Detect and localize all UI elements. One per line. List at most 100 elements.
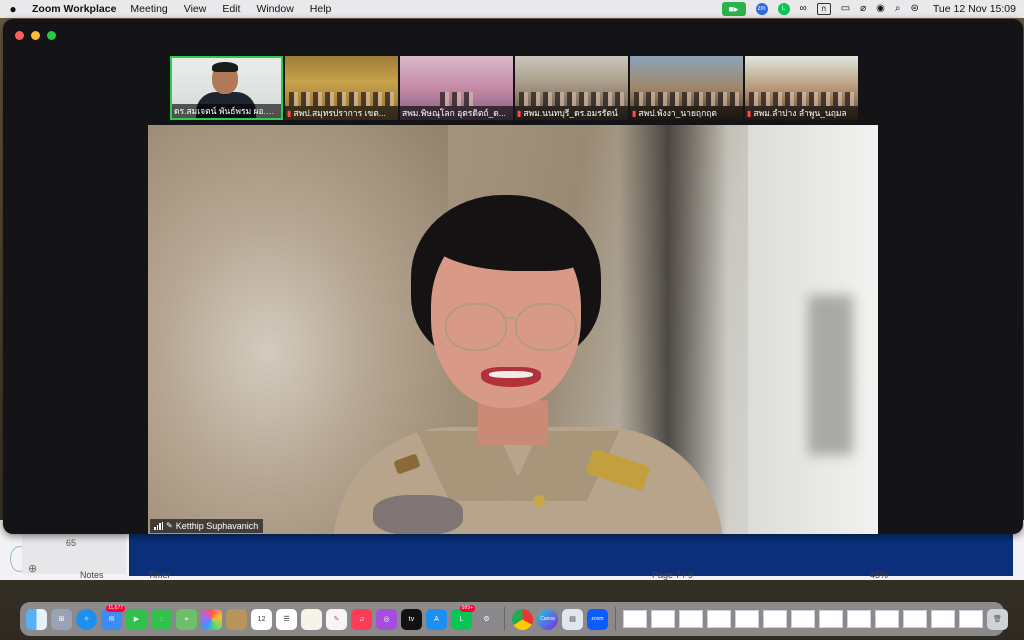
document-thumbnail[interactable] (623, 610, 647, 628)
input-source-icon[interactable]: ก (816, 3, 831, 15)
participant-name: ดร.สมเจตน์ พันธ์พรม ผอ.ศู... (172, 104, 281, 118)
window-controls (15, 31, 56, 40)
creative-cloud-icon[interactable]: ∞ (800, 2, 807, 16)
control-center-icon[interactable]: ⊜ (911, 2, 919, 16)
line-unread-badge: 999+ (459, 604, 475, 612)
mail-unread-badge: 11,677 (106, 604, 125, 612)
trash-icon[interactable]: 🗑 (987, 608, 1008, 630)
dock-separator (615, 607, 616, 631)
menu-view[interactable]: View (184, 3, 207, 15)
participant-gallery-strip: ดร.สมเจตน์ พันธ์พรม ผอ.ศู... ▮ สพป.สมุทรป… (170, 56, 858, 120)
speaker-person-image (333, 195, 723, 534)
page-indicator: Page 7 / 9 (652, 570, 694, 580)
user-icon[interactable]: ◉ (876, 2, 885, 16)
zoom-level[interactable]: 45% (870, 570, 888, 580)
document-thumbnail[interactable] (931, 610, 955, 628)
drawing-app-icon[interactable]: ✎ (326, 608, 347, 630)
finder-icon[interactable] (26, 608, 47, 630)
launchpad-icon[interactable]: ⊞ (51, 608, 72, 630)
participant-name: สพม.นนทบุรี_ดร.อมรรัตน์ (523, 108, 618, 118)
apple-tv-icon[interactable]: tv (401, 608, 422, 630)
participant-name-row: ▮ สพม.ลำปาง ลำพูน_นฤมล (745, 106, 858, 120)
participant-name: สพม.ลำปาง ลำพูน_นฤมล (753, 108, 847, 118)
app-menu-zoom[interactable]: Zoom Workplace (32, 3, 116, 15)
mic-muted-icon: ▮ (517, 109, 522, 118)
wifi-off-icon[interactable]: ⌀ (860, 2, 866, 16)
participant-tile[interactable]: สพม.พิษณุโลก อุตรดิตถ์_ด... (400, 56, 513, 120)
document-thumbnail[interactable] (847, 610, 871, 628)
participant-name-row: ▮ สพป.สมุทรปราการ เขต... (285, 106, 398, 120)
document-thumbnail[interactable] (707, 610, 731, 628)
zoom-camera-icon[interactable]: ■▸ (721, 2, 746, 16)
document-thumbnail[interactable] (679, 610, 703, 628)
chrome-icon[interactable] (512, 608, 533, 630)
app-store-icon[interactable]: A (426, 608, 447, 630)
photos-icon[interactable] (201, 608, 222, 630)
timer-button[interactable]: Timer (148, 570, 171, 580)
mic-muted-icon: ▮ (632, 109, 637, 118)
battery-icon[interactable]: ▭ (841, 2, 850, 16)
menu-window[interactable]: Window (256, 3, 293, 15)
presenter-bottom-bar: Notes Timer Page 7 / 9 45% (0, 570, 1024, 580)
participant-tile[interactable]: ▮ สพป.พังงา_นายฤกฤต (630, 56, 743, 120)
document-thumbnail[interactable] (959, 610, 983, 628)
zoom-meeting-window: ดร.สมเจตน์ พันธ์พรม ผอ.ศู... ▮ สพป.สมุทรป… (3, 19, 1023, 534)
calendar-icon[interactable]: 12 (251, 608, 272, 630)
line-icon[interactable]: L 999+ (451, 604, 475, 630)
mic-muted-icon: ▮ (747, 109, 752, 118)
participant-name: สพป.พังงา_นายฤกฤต (638, 108, 717, 118)
speaker-name: Ketthip Suphavanich (175, 521, 259, 531)
maps-icon[interactable]: ⌖ (176, 608, 197, 630)
messages-icon[interactable]: ◌ (151, 608, 172, 630)
zoom-app-icon[interactable]: zm (755, 3, 768, 15)
menu-help[interactable]: Help (310, 3, 332, 15)
participant-tile[interactable]: ▮ สพม.ลำปาง ลำพูน_นฤมล (745, 56, 858, 120)
facetime-icon[interactable]: ▶ (126, 608, 147, 630)
participant-name: สพม.พิษณุโลก อุตรดิตถ์_ด... (400, 106, 513, 120)
notes-icon[interactable] (226, 608, 247, 630)
freeform-icon[interactable] (301, 608, 322, 630)
mic-muted-icon: ▮ (287, 109, 292, 118)
apple-menu-icon[interactable]: ● (8, 2, 18, 16)
document-thumbnail[interactable] (763, 610, 787, 628)
notes-button[interactable]: Notes (80, 570, 104, 580)
dock: ⊞ ✧ ✉ 11,677 ▶ ◌ ⌖ 12 ☰ ✎ ♫ ◎ tv A L 999+ … (20, 602, 1008, 636)
search-icon[interactable]: ⌕ (895, 2, 901, 16)
participant-name: สพป.สมุทรปราการ เขต... (293, 108, 386, 118)
slide-navigator[interactable] (22, 530, 126, 574)
canva-icon[interactable]: Canva (537, 608, 558, 630)
fullscreen-window-button[interactable] (47, 31, 56, 40)
status-area: ■▸ zm L ∞ ก ▭ ⌀ ◉ ⌕ ⊜ Tue 12 Nov 15:09 (721, 2, 1016, 16)
document-thumbnail[interactable] (819, 610, 843, 628)
document-thumbnail[interactable] (903, 610, 927, 628)
music-icon[interactable]: ♫ (351, 608, 372, 630)
settings-icon[interactable]: ⚙ (476, 608, 497, 630)
dock-separator (504, 607, 505, 631)
participant-tile[interactable]: ดร.สมเจตน์ พันธ์พรม ผอ.ศู... (170, 56, 283, 120)
line-app-icon[interactable]: L (777, 3, 790, 15)
clock[interactable]: Tue 12 Nov 15:09 (933, 3, 1016, 15)
zoom-icon[interactable]: zoom (587, 608, 608, 630)
document-thumbnail[interactable] (791, 610, 815, 628)
preview-icon[interactable]: ▤ (562, 608, 583, 630)
document-thumbnail[interactable] (875, 610, 899, 628)
active-speaker-video[interactable]: ✎ Ketthip Suphavanich (148, 125, 878, 534)
menu-bar: ● Zoom Workplace Meeting View Edit Windo… (0, 0, 1024, 18)
participant-tile[interactable]: ▮ สพม.นนทบุรี_ดร.อมรรัตน์ (515, 56, 628, 120)
menu-meeting[interactable]: Meeting (130, 3, 167, 15)
menu-edit[interactable]: Edit (222, 3, 240, 15)
connection-signal-icon (154, 522, 163, 530)
speaker-name-tag: ✎ Ketthip Suphavanich (150, 519, 264, 533)
participant-name-row: ▮ สพป.พังงา_นายฤกฤต (630, 106, 743, 120)
participant-tile[interactable]: ▮ สพป.สมุทรปราการ เขต... (285, 56, 398, 120)
minimize-window-button[interactable] (31, 31, 40, 40)
close-window-button[interactable] (15, 31, 24, 40)
slide-number: 65 (66, 538, 77, 548)
document-thumbnail[interactable] (735, 610, 759, 628)
document-thumbnail[interactable] (651, 610, 675, 628)
mail-icon[interactable]: ✉ 11,677 (101, 604, 125, 630)
podcasts-icon[interactable]: ◎ (376, 608, 397, 630)
safari-icon[interactable]: ✧ (76, 608, 97, 630)
reminders-icon[interactable]: ☰ (276, 608, 297, 630)
pin-icon: ✎ (166, 521, 173, 530)
